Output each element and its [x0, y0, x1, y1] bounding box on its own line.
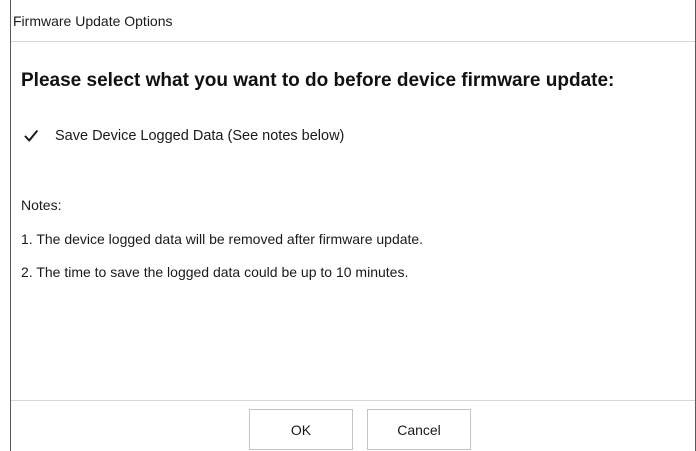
- notes-title: Notes:: [21, 197, 62, 213]
- note-item: 1. The device logged data will be remove…: [21, 231, 424, 247]
- cancel-button[interactable]: Cancel: [367, 409, 471, 450]
- dialog-heading: Please select what you want to do before…: [21, 70, 615, 91]
- title-bar: Firmware Update Options: [11, 0, 695, 42]
- window-title: Firmware Update Options: [13, 13, 173, 29]
- save-logged-data-checkbox[interactable]: [23, 128, 39, 144]
- save-logged-data-label[interactable]: Save Device Logged Data (See notes below…: [55, 128, 344, 144]
- save-logged-data-option[interactable]: Save Device Logged Data (See notes below…: [23, 126, 344, 146]
- note-item: 2. The time to save the logged data coul…: [21, 264, 409, 280]
- dialog-footer: OK Cancel: [11, 400, 695, 451]
- ok-button[interactable]: OK: [249, 409, 353, 450]
- firmware-update-dialog: Firmware Update Options Please select wh…: [10, 0, 696, 451]
- checkmark-icon: [24, 130, 38, 142]
